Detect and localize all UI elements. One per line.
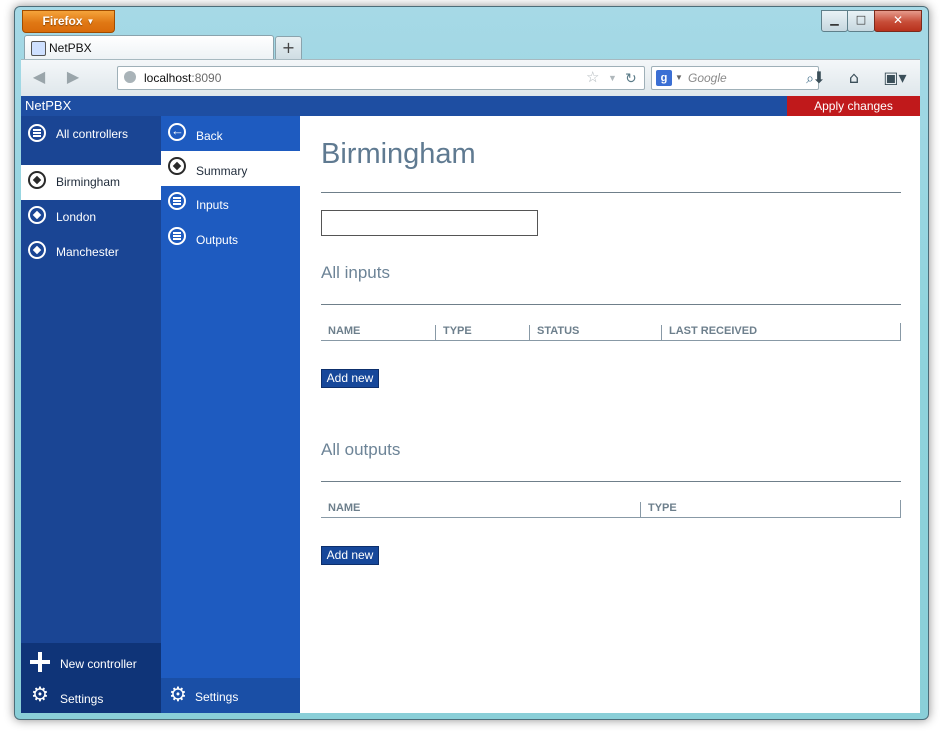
search-bar[interactable]: g ▼ Google ⌕ bbox=[651, 66, 819, 90]
google-engine-icon[interactable]: g bbox=[656, 70, 672, 86]
inputs-heading: All inputs bbox=[321, 263, 390, 282]
app-title: NetPBX bbox=[25, 98, 72, 113]
col-last-received[interactable]: LAST RECEIVED bbox=[661, 325, 900, 340]
controller-icon bbox=[28, 171, 46, 189]
sidebar-item-manchester[interactable]: Manchester bbox=[21, 235, 161, 270]
tab-summary[interactable]: Summary bbox=[161, 151, 300, 186]
back-link[interactable]: Back bbox=[161, 117, 300, 152]
main-content: Birmingham All inputs NAME TYPE STATUS L… bbox=[300, 116, 920, 713]
bookmark-star-icon[interactable]: ☆ bbox=[586, 67, 599, 89]
tab-title: NetPBX bbox=[49, 41, 92, 55]
list-icon bbox=[168, 192, 186, 210]
new-tab-button[interactable]: + bbox=[275, 36, 302, 60]
title-divider bbox=[321, 192, 901, 193]
tab-outputs[interactable]: Outputs bbox=[161, 221, 300, 256]
col-name[interactable]: NAME bbox=[321, 325, 436, 340]
controllers-sidebar: All controllers Birmingham London Manche… bbox=[21, 116, 161, 713]
menu-icon bbox=[28, 124, 46, 142]
sidebar-footer: New controller ⚙ Settings bbox=[21, 643, 161, 713]
col-type[interactable]: TYPE bbox=[640, 502, 900, 517]
controller-icon bbox=[28, 241, 46, 259]
bookmarks-menu-icon[interactable]: ▣▾ bbox=[879, 68, 911, 88]
site-identity-icon[interactable] bbox=[124, 71, 136, 83]
sidebar-item-birmingham[interactable]: Birmingham bbox=[21, 165, 161, 200]
browser-tab[interactable]: NetPBX bbox=[24, 35, 274, 60]
sidebar-item-london[interactable]: London bbox=[21, 200, 161, 235]
new-controller-button[interactable]: New controller bbox=[21, 643, 161, 678]
page-favicon-icon bbox=[31, 41, 46, 56]
add-output-button[interactable]: Add new bbox=[321, 546, 379, 565]
gear-icon: ⚙ bbox=[31, 684, 49, 706]
maximize-button[interactable]: □ bbox=[847, 10, 875, 32]
outputs-divider bbox=[321, 481, 901, 482]
minimize-button[interactable]: ▁ bbox=[821, 10, 848, 32]
close-window-button[interactable]: ✕ bbox=[874, 10, 922, 32]
inputs-divider bbox=[321, 304, 901, 305]
firefox-menu-button[interactable]: Firefox ▼ bbox=[22, 10, 115, 33]
tab-inputs[interactable]: Inputs bbox=[161, 186, 300, 221]
controller-name-field[interactable] bbox=[321, 210, 538, 236]
controller-icon bbox=[28, 206, 46, 224]
url-text: localhost:8090 bbox=[144, 71, 222, 85]
url-bar[interactable]: localhost:8090 ☆ ▼ ↻ bbox=[117, 66, 645, 90]
outputs-table-header: NAME TYPE bbox=[321, 500, 901, 518]
history-dropdown-icon[interactable]: ▼ bbox=[608, 67, 617, 89]
home-icon[interactable]: ⌂ bbox=[843, 68, 865, 88]
engine-dropdown-icon[interactable]: ▼ bbox=[675, 67, 683, 89]
subnav-footer: ⚙ Settings bbox=[161, 678, 300, 713]
apply-changes-button[interactable]: Apply changes bbox=[787, 96, 920, 116]
gear-icon: ⚙ bbox=[169, 684, 187, 706]
navigation-toolbar: ◀ ▶ localhost:8090 ☆ ▼ ↻ g ▼ Google ⌕ ⬇ … bbox=[21, 59, 920, 97]
controller-settings-button[interactable]: ⚙ Settings bbox=[161, 678, 300, 713]
col-status[interactable]: STATUS bbox=[529, 325, 661, 340]
back-icon bbox=[168, 123, 186, 141]
dropdown-arrow-icon: ▼ bbox=[86, 17, 95, 26]
forward-arrow-icon[interactable]: ▶ bbox=[63, 68, 83, 86]
page-title: Birmingham bbox=[321, 138, 476, 170]
app-header: NetPBX Apply changes bbox=[21, 96, 920, 116]
reload-icon[interactable]: ↻ bbox=[625, 67, 637, 89]
plus-icon bbox=[30, 652, 50, 672]
back-arrow-icon[interactable]: ◀ bbox=[29, 68, 49, 86]
col-name[interactable]: NAME bbox=[321, 502, 641, 517]
search-placeholder: Google bbox=[688, 71, 727, 85]
all-controllers-link[interactable]: All controllers bbox=[21, 118, 161, 153]
summary-icon bbox=[168, 157, 186, 175]
controller-subnav: Back Summary Inputs Outputs ⚙ Settings bbox=[161, 116, 300, 713]
outputs-heading: All outputs bbox=[321, 440, 401, 459]
list-icon bbox=[168, 227, 186, 245]
add-input-button[interactable]: Add new bbox=[321, 369, 379, 388]
downloads-icon[interactable]: ⬇ bbox=[808, 68, 830, 88]
col-type[interactable]: TYPE bbox=[435, 325, 529, 340]
settings-button[interactable]: ⚙ Settings bbox=[21, 678, 161, 713]
inputs-table-header: NAME TYPE STATUS LAST RECEIVED bbox=[321, 323, 901, 341]
